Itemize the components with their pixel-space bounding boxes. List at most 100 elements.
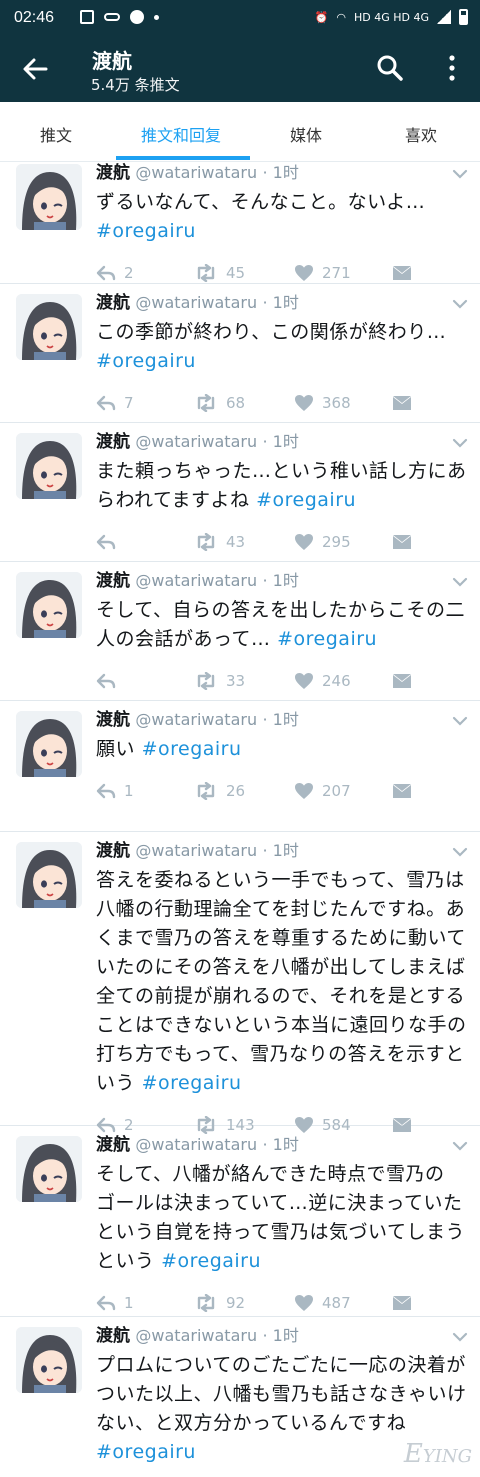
reply-button[interactable]: 2 bbox=[96, 262, 134, 284]
reply-button[interactable]: 1 bbox=[96, 1292, 134, 1314]
tweet-count-subtitle: 5.4万 条推文 bbox=[91, 76, 180, 94]
retweet-button-count: 26 bbox=[226, 782, 246, 800]
retweet-icon bbox=[194, 264, 218, 282]
author-name[interactable]: 渡航 bbox=[96, 432, 130, 452]
share-dm-button[interactable] bbox=[392, 531, 412, 553]
tweet-time: · 1时 bbox=[262, 1326, 299, 1345]
retweet-button[interactable]: 92 bbox=[194, 1292, 245, 1314]
tweet-time: · 1时 bbox=[262, 571, 299, 590]
chevron-down-icon[interactable] bbox=[452, 1136, 468, 1151]
app-bar: 渡航 5.4万 条推文 bbox=[0, 36, 480, 102]
tweet-item[interactable]: 渡航 @watariwataru · 1时 ずるいなんて、そんなこと。ないよ… #o… bbox=[0, 162, 480, 284]
hashtag-link[interactable]: #oregairu bbox=[256, 489, 356, 511]
chevron-down-icon[interactable] bbox=[452, 433, 468, 448]
tweet-item[interactable]: 渡航 @watariwataru · 1时 また頼っちゃった…という稚い話し方にあ… bbox=[0, 423, 480, 562]
hashtag-link[interactable]: #oregairu bbox=[96, 1441, 196, 1463]
like-button[interactable]: 295 bbox=[294, 531, 351, 553]
chevron-down-icon[interactable] bbox=[452, 164, 468, 179]
tweet-item[interactable]: 渡航 @watariwataru · 1时 この季節が終わり、この関係が終わり… #… bbox=[0, 284, 480, 423]
author-name[interactable]: 渡航 bbox=[96, 1135, 130, 1155]
like-button[interactable]: 207 bbox=[294, 780, 351, 802]
tweet-text-line: プロムについてのごたごたに一応の決着が bbox=[96, 1354, 466, 1376]
tweet-text-line: という自覚を持って雪乃は気づいてしまう bbox=[96, 1221, 465, 1243]
avatar[interactable] bbox=[16, 164, 82, 230]
retweet-button-count: 33 bbox=[226, 672, 246, 690]
status-bar: 02:46 ⏰ ◠ HD 4G HD 4G bbox=[0, 0, 480, 36]
share-dm-button[interactable] bbox=[392, 262, 412, 284]
hashtag-link[interactable]: #oregairu bbox=[96, 220, 196, 242]
retweet-button[interactable]: 26 bbox=[194, 780, 245, 802]
author-handle: @watariwataru bbox=[135, 432, 258, 451]
like-button[interactable]: 487 bbox=[294, 1292, 351, 1314]
tweet-item[interactable]: 渡航 @watariwataru · 1时 願い #oregairu 1 26 207 bbox=[0, 701, 480, 832]
retweet-button[interactable]: 68 bbox=[194, 392, 245, 414]
hashtag-link[interactable]: #oregairu bbox=[277, 628, 377, 650]
tweet-actions: 43 295 bbox=[96, 531, 426, 553]
retweet-icon bbox=[194, 782, 218, 800]
image-notification-icon bbox=[80, 10, 94, 24]
chevron-down-icon[interactable] bbox=[452, 294, 468, 309]
reply-button[interactable]: 7 bbox=[96, 392, 134, 414]
chevron-down-icon[interactable] bbox=[452, 842, 468, 857]
author-name[interactable]: 渡航 bbox=[96, 1326, 130, 1346]
back-arrow-icon[interactable] bbox=[22, 56, 48, 82]
share-dm-button[interactable] bbox=[392, 670, 412, 692]
chevron-down-icon[interactable] bbox=[452, 1327, 468, 1342]
tweet-item[interactable]: 渡航 @watariwataru · 1时 そして、自らの答えを出したからこその二… bbox=[0, 562, 480, 701]
tweet-time: · 1时 bbox=[262, 1135, 299, 1154]
chevron-down-icon[interactable] bbox=[452, 711, 468, 726]
tweet-feed[interactable]: 渡航 @watariwataru · 1时 ずるいなんて、そんなこと。ないよ… #o… bbox=[0, 162, 480, 1477]
avatar[interactable] bbox=[16, 711, 82, 777]
wifi-icon: ◠ bbox=[336, 10, 346, 24]
retweet-button[interactable]: 43 bbox=[194, 531, 245, 553]
tab-likes[interactable]: 喜欢 bbox=[405, 122, 437, 146]
tab-tweets-and-replies[interactable]: 推文和回复 bbox=[141, 122, 221, 146]
retweet-icon bbox=[194, 533, 218, 551]
tweet-text: また頼っちゃった…という稚い話し方にあ らわれてますよね #oregairu bbox=[96, 457, 470, 515]
retweet-button[interactable]: 33 bbox=[194, 670, 245, 692]
like-button-count: 487 bbox=[322, 1294, 351, 1312]
share-dm-button[interactable] bbox=[392, 392, 412, 414]
tweet-item[interactable]: 渡航 @watariwataru · 1时 答えを委ねるという一手でもって、雪乃は… bbox=[0, 832, 480, 1134]
avatar[interactable] bbox=[16, 1136, 82, 1202]
reply-button[interactable] bbox=[96, 670, 124, 692]
hashtag-link[interactable]: #oregairu bbox=[96, 350, 196, 372]
tweet-actions: 1 26 207 bbox=[96, 780, 426, 802]
reply-icon bbox=[96, 265, 116, 281]
like-button[interactable]: 271 bbox=[294, 262, 351, 284]
retweet-button[interactable]: 45 bbox=[194, 262, 245, 284]
chevron-down-icon[interactable] bbox=[452, 572, 468, 587]
more-options-icon[interactable] bbox=[446, 54, 458, 82]
reply-icon bbox=[96, 1295, 116, 1311]
hashtag-link[interactable]: #oregairu bbox=[142, 738, 242, 760]
avatar[interactable] bbox=[16, 842, 82, 908]
share-dm-button[interactable] bbox=[392, 1292, 412, 1314]
reply-icon bbox=[96, 673, 116, 689]
share-dm-button[interactable] bbox=[392, 780, 412, 802]
tab-media[interactable]: 媒体 bbox=[290, 122, 322, 146]
author-name[interactable]: 渡航 bbox=[96, 293, 130, 313]
avatar[interactable] bbox=[16, 294, 82, 360]
profile-name-title: 渡航 bbox=[92, 49, 132, 73]
like-button[interactable]: 246 bbox=[294, 670, 351, 692]
author-name[interactable]: 渡航 bbox=[96, 710, 130, 730]
tweet-item[interactable]: 渡航 @watariwataru · 1时 そして、八幡が絡んできた時点で雪乃のゴ… bbox=[0, 1126, 480, 1317]
author-name[interactable]: 渡航 bbox=[96, 571, 130, 591]
author-name[interactable]: 渡航 bbox=[96, 163, 130, 183]
avatar[interactable] bbox=[16, 433, 82, 499]
tweet-text: この季節が終わり、この関係が終わり… #oregairu bbox=[96, 318, 470, 376]
direct-message-icon bbox=[392, 673, 412, 689]
reply-button[interactable]: 1 bbox=[96, 780, 134, 802]
search-icon[interactable] bbox=[376, 54, 404, 82]
avatar[interactable] bbox=[16, 1327, 82, 1393]
hashtag-link[interactable]: #oregairu bbox=[161, 1250, 261, 1272]
direct-message-icon bbox=[392, 265, 412, 281]
tweet-text-line: 八幡の行動理論全てを封じたんですね。あ bbox=[96, 898, 466, 920]
author-name[interactable]: 渡航 bbox=[96, 841, 130, 861]
like-button[interactable]: 368 bbox=[294, 392, 351, 414]
reply-button[interactable] bbox=[96, 531, 124, 553]
avatar[interactable] bbox=[16, 572, 82, 638]
tab-tweets[interactable]: 推文 bbox=[40, 122, 72, 146]
hashtag-link[interactable]: #oregairu bbox=[142, 1072, 242, 1094]
reply-button-count: 7 bbox=[124, 394, 134, 412]
